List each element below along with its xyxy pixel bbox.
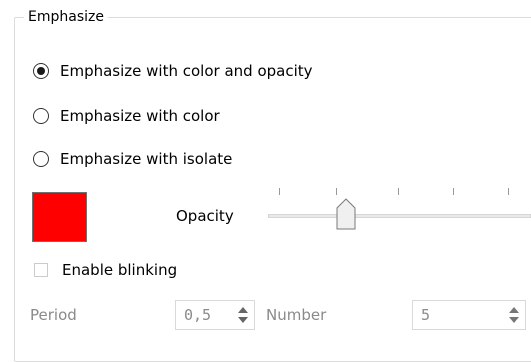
radio-color[interactable]: Emphasize with color: [33, 104, 220, 128]
period-spinbox[interactable]: 0,5: [175, 300, 255, 330]
radio-checked-icon[interactable]: [33, 63, 49, 79]
color-swatch-button[interactable]: [32, 192, 87, 242]
radio-label: Emphasize with color: [60, 107, 220, 125]
slider-tick: [508, 188, 509, 195]
slider-tick: [398, 188, 399, 195]
slider-tick: [279, 188, 280, 195]
spin-arrows-icon[interactable]: [236, 304, 250, 326]
radio-unchecked-icon[interactable]: [33, 108, 49, 124]
slider-tick: [453, 188, 454, 195]
period-value[interactable]: 0,5: [184, 306, 211, 324]
number-spinbox[interactable]: 5: [412, 300, 526, 330]
radio-isolate[interactable]: Emphasize with isolate: [33, 147, 232, 171]
opacity-label: Opacity: [176, 207, 234, 225]
enable-blinking-checkbox[interactable]: Enable blinking: [34, 259, 177, 281]
slider-tick: [336, 188, 337, 195]
opacity-slider[interactable]: [268, 188, 531, 248]
period-label: Period: [30, 306, 77, 324]
radio-color-and-opacity[interactable]: Emphasize with color and opacity: [33, 59, 313, 83]
radio-label: Emphasize with isolate: [60, 150, 233, 168]
slider-thumb-icon[interactable]: [335, 198, 357, 230]
slider-track[interactable]: [268, 214, 531, 218]
group-title: Emphasize: [24, 7, 108, 27]
number-label: Number: [266, 306, 327, 324]
spin-down-icon: [238, 317, 248, 323]
radio-label: Emphasize with color and opacity: [60, 62, 313, 80]
spin-down-icon: [509, 317, 519, 323]
number-value[interactable]: 5: [421, 306, 430, 324]
spin-arrows-icon[interactable]: [507, 304, 521, 326]
radio-unchecked-icon[interactable]: [33, 151, 49, 167]
checkbox-icon[interactable]: [34, 263, 48, 277]
spin-up-icon: [509, 307, 519, 313]
spin-up-icon: [238, 307, 248, 313]
checkbox-label: Enable blinking: [62, 261, 178, 279]
